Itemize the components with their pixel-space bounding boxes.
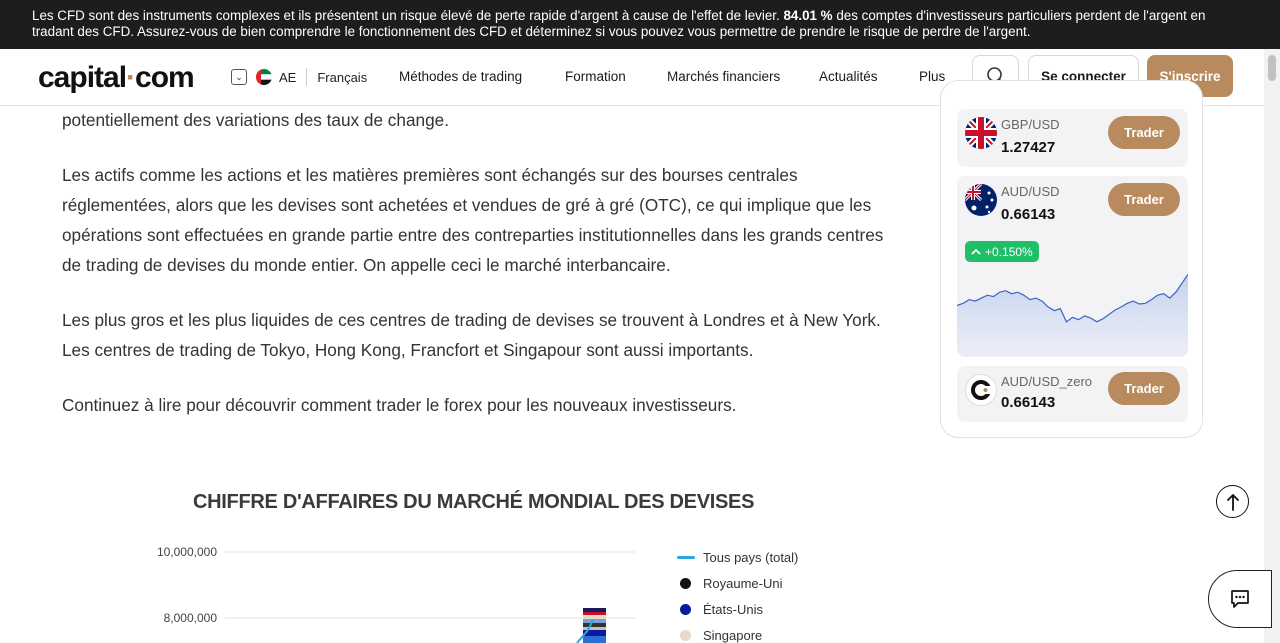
legend-dot-swatch <box>680 604 691 615</box>
nav-trading-methods[interactable]: Méthodes de trading <box>399 69 522 84</box>
pair-name: AUD/USD <box>1001 184 1060 199</box>
scroll-to-top-button[interactable] <box>1216 485 1249 518</box>
risk-text-before: Les CFD sont des instruments complexes e… <box>32 8 784 23</box>
arrow-up-icon <box>971 248 981 255</box>
article-paragraph: Les plus gros et les plus liquides de ce… <box>62 310 881 360</box>
chat-icon <box>1231 590 1249 608</box>
legend-dot-swatch <box>680 630 691 641</box>
legend-label: Royaume-Uni <box>703 576 783 591</box>
divider <box>306 68 308 86</box>
bar-segment <box>583 608 606 612</box>
region-selector[interactable]: ⌄ AE Français <box>231 68 367 86</box>
chevron-down-icon: ⌄ <box>231 69 247 85</box>
bar-segment <box>583 615 606 619</box>
pair-name: AUD/USD_zero <box>1001 374 1093 389</box>
sparkline-chart <box>957 274 1188 357</box>
y-tick-label: 8,000,000 <box>164 611 218 625</box>
market-card-audusd-zero[interactable]: AUD/USD_zero 0.66143 Trader <box>957 366 1188 422</box>
forex-turnover-chart: CHIFFRE D'AFFAIRES DU MARCHÉ MONDIAL DES… <box>140 480 840 643</box>
legend-item: États-Unis <box>677 602 763 617</box>
chat-button[interactable] <box>1208 570 1272 628</box>
nav-markets[interactable]: Marchés financiers <box>667 69 780 84</box>
legend-label: États-Unis <box>703 602 763 617</box>
logo-dot: · <box>126 61 136 94</box>
capital-logo-icon <box>965 374 997 406</box>
bar-segment <box>583 619 606 623</box>
legend-dot-swatch <box>680 578 691 589</box>
legend-item: Tous pays (total) <box>677 550 798 565</box>
stacked-bar <box>583 608 606 643</box>
article-paragraph: potentiellement des variations des taux … <box>62 110 449 130</box>
bar-segment <box>583 627 606 630</box>
bar-segment <box>583 623 606 627</box>
nav-formation[interactable]: Formation <box>565 69 626 84</box>
sparkline-area <box>957 274 1188 357</box>
bar-segment <box>583 636 606 643</box>
bar-segment <box>583 612 606 615</box>
legend-item: Singapore <box>677 628 762 643</box>
change-badge: +0.150% <box>965 241 1039 262</box>
pair-price: 1.27427 <box>1001 139 1056 156</box>
nav-more[interactable]: Plus <box>919 69 945 84</box>
uk-flag-icon <box>965 117 997 149</box>
market-card-gbpusd[interactable]: GBP/USD 1.27427 Trader <box>957 109 1188 167</box>
chart-plot: 10,000,000 8,000,000 <box>157 545 635 643</box>
article-paragraph: Les actifs comme les actions et les mati… <box>62 165 884 275</box>
legend-item: Royaume-Uni <box>677 576 782 591</box>
nav-news[interactable]: Actualités <box>819 69 878 84</box>
legend-label: Singapore <box>703 628 763 643</box>
article-paragraph: Continuez à lire pour découvrir comment … <box>62 395 737 415</box>
region-code: AE <box>279 69 297 85</box>
risk-percent: 84.01 % <box>783 8 833 23</box>
market-widget: GBP/USD 1.27427 Trader AUD/USD 0.66143 T… <box>940 80 1203 438</box>
logo-right: com <box>135 61 195 94</box>
language-selector[interactable]: Français <box>317 70 367 85</box>
trade-button[interactable]: Trader <box>1108 183 1180 216</box>
logo[interactable]: capital·com <box>38 61 195 95</box>
trade-button[interactable]: Trader <box>1108 116 1180 149</box>
pair-price: 0.66143 <box>1001 206 1056 223</box>
logo-left: capital <box>38 61 127 94</box>
risk-warning-banner: Les CFD sont des instruments complexes e… <box>0 0 1280 49</box>
legend-line-swatch <box>677 556 695 559</box>
trade-button[interactable]: Trader <box>1108 372 1180 405</box>
scrollbar-thumb[interactable] <box>1268 55 1276 81</box>
uae-flag-icon <box>256 69 272 85</box>
change-value: +0.150% <box>985 244 1033 259</box>
y-tick-label: 10,000,000 <box>157 545 217 559</box>
arrow-up-icon <box>1226 493 1239 511</box>
australia-flag-icon <box>965 184 997 216</box>
page-scrollbar[interactable] <box>1264 49 1280 643</box>
pair-price: 0.66143 <box>1001 394 1056 411</box>
market-card-audusd[interactable]: AUD/USD 0.66143 Trader +0.150% <box>957 176 1188 357</box>
legend-label: Tous pays (total) <box>703 550 799 565</box>
pair-name: GBP/USD <box>1001 117 1060 132</box>
